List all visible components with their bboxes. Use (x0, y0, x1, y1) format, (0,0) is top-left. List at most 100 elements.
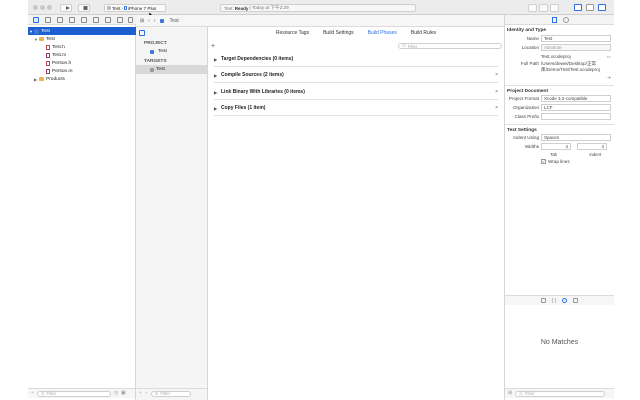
add-target-icon[interactable]: + (139, 391, 142, 396)
disclosure-closed-icon[interactable]: ▶ (214, 73, 221, 78)
folder-icon[interactable] (33, 17, 39, 23)
project-navigator: ▼ Test ▼ Test Test.h Test.m Person.h Per… (28, 15, 136, 400)
navigator-filter-input[interactable]: ⊙ Filter (36, 390, 111, 397)
file-inspector: Identity and Type Name Test Location Abs… (504, 15, 614, 400)
source-control-icon[interactable] (45, 17, 51, 23)
project-format-select[interactable]: Xcode 3.2-compatible (541, 95, 611, 102)
related-items-icon[interactable]: ⊞ (140, 18, 144, 24)
filter-icon: ⊙ (402, 43, 406, 48)
remove-phase-icon[interactable]: × (495, 72, 498, 78)
tree-item-project[interactable]: ▼ Test (28, 27, 136, 35)
tree-item-file[interactable]: Test.h (28, 43, 136, 51)
back-arrow-icon[interactable]: ‹ (148, 18, 150, 24)
filter-icon: ⊙ (519, 390, 523, 396)
organization-field[interactable]: LCF (541, 104, 611, 111)
identity-section-title: Identity and Type (507, 28, 547, 33)
report-icon[interactable] (128, 17, 133, 23)
project-item[interactable]: Test (136, 47, 207, 56)
chevron-right-icon: › (121, 5, 123, 11)
tab-resource-tags[interactable]: Resource Tags (276, 30, 309, 36)
object-library-icon[interactable] (562, 298, 568, 303)
targets-heading: TARGETS (144, 59, 167, 64)
breakpoint-icon[interactable] (117, 17, 123, 23)
tab-build-rules[interactable]: Build Rules (411, 30, 436, 36)
hide-sidebar-icon[interactable] (139, 30, 145, 36)
toggle-inspector-button[interactable] (598, 4, 606, 11)
indent-width-stepper[interactable]: 4 (577, 143, 607, 150)
folder-icon[interactable]: ▭ (607, 54, 611, 60)
full-path-row: Full Path /Users/dewei/Desktop/正常库/Demo/… (520, 61, 611, 81)
build-phase-compile-sources[interactable]: ▶ Compile Sources (2 items) × (214, 68, 498, 83)
disclosure-closed-icon[interactable]: ▶ (214, 90, 221, 95)
build-phase-target-dependencies[interactable]: ▶ Target Dependencies (0 items) (214, 52, 498, 67)
class-prefix-row: Class Prefix (505, 112, 614, 121)
remove-phase-icon[interactable]: × (495, 105, 498, 111)
wrap-lines-row: ✓ Wrap lines (541, 159, 570, 164)
location-select[interactable]: Absolute (541, 44, 611, 51)
tree-item-file[interactable]: Person.m (28, 67, 136, 75)
scm-filter-icon[interactable]: ▣ (121, 391, 126, 396)
close-window-button[interactable] (33, 5, 38, 10)
build-phase-copy-files[interactable]: ▶ Copy Files (1 item) × (214, 101, 498, 116)
wrap-lines-checkbox[interactable]: ✓ (541, 159, 546, 164)
test-icon[interactable] (93, 17, 99, 23)
project-heading: PROJECT (144, 41, 167, 46)
code-snippet-icon[interactable]: { } (552, 298, 557, 304)
sidebar-filter-input[interactable]: ⊙ Filter (150, 390, 191, 397)
project-document-title: Project Document (505, 85, 614, 94)
class-prefix-field[interactable] (541, 113, 611, 120)
remove-phase-icon[interactable]: × (495, 89, 498, 95)
grid-view-icon[interactable]: ⊞ (508, 391, 512, 396)
scheme-selector[interactable]: Test › iPhone 7 Plus (104, 4, 166, 12)
recent-files-icon[interactable]: ◷ (114, 391, 118, 396)
symbol-icon[interactable] (57, 17, 63, 23)
find-icon[interactable] (69, 17, 75, 23)
widths-captions: Tab Indent (550, 151, 601, 157)
tree-item-file[interactable]: Test.m (28, 51, 136, 59)
file-inspector-icon[interactable] (552, 17, 557, 23)
remove-target-icon[interactable]: − (145, 391, 148, 396)
reveal-in-finder-icon[interactable]: ➜ (607, 75, 611, 81)
full-path-value: /Users/dewei/Desktop/正常库/Demo/Test/Test.… (541, 61, 600, 72)
target-item[interactable]: Test (136, 65, 207, 74)
add-build-phase-button[interactable]: + (211, 43, 215, 50)
toggle-debug-area-button[interactable] (586, 4, 594, 11)
file-template-icon[interactable] (540, 298, 546, 303)
media-library-icon[interactable] (573, 298, 579, 303)
indent-using-select[interactable]: Spaces (541, 134, 611, 141)
tree-item-group[interactable]: ▶ Products (28, 75, 136, 83)
build-phases-filter-input[interactable]: ⊙ Filter (398, 43, 502, 49)
assistant-editor-button[interactable] (539, 4, 548, 12)
tree-item-group[interactable]: ▼ Test (28, 35, 136, 43)
minimize-window-button[interactable] (40, 5, 45, 10)
project-icon (34, 28, 39, 34)
run-button[interactable] (60, 4, 72, 12)
zoom-window-button[interactable] (47, 5, 52, 10)
name-field[interactable]: Test (541, 35, 611, 42)
tab-build-phases[interactable]: Build Phases (368, 30, 397, 36)
disclosure-closed-icon[interactable]: ▶ (214, 106, 221, 111)
quick-help-icon[interactable] (563, 17, 569, 23)
standard-editor-button[interactable] (528, 4, 537, 12)
add-icon[interactable]: + (31, 391, 34, 396)
stop-button[interactable] (78, 4, 90, 12)
device-icon (123, 6, 127, 10)
toggle-navigator-button[interactable] (574, 4, 582, 11)
version-editor-button[interactable] (550, 4, 559, 12)
jump-bar-file[interactable]: Test (170, 18, 179, 24)
forward-arrow-icon[interactable]: › (154, 18, 156, 24)
disclosure-closed-icon[interactable]: ▶ (214, 57, 221, 62)
project-icon (159, 18, 164, 23)
filter-icon: ⊙ (154, 390, 159, 396)
folder-icon (39, 77, 44, 81)
debug-icon[interactable] (105, 17, 111, 23)
issue-icon[interactable] (81, 17, 87, 23)
tab-build-settings[interactable]: Build Settings (323, 30, 354, 36)
library-filter-input[interactable]: ⊙ Filter (515, 390, 606, 397)
tree-item-file[interactable]: Person.h (28, 59, 136, 67)
stop-icon (83, 6, 88, 10)
play-icon (66, 6, 70, 10)
tab-width-stepper[interactable]: 4 (541, 143, 571, 150)
indent-using-row: Indent Using Spaces (505, 133, 614, 142)
build-phase-link-binary[interactable]: ▶ Link Binary With Libraries (0 items) × (214, 85, 498, 100)
